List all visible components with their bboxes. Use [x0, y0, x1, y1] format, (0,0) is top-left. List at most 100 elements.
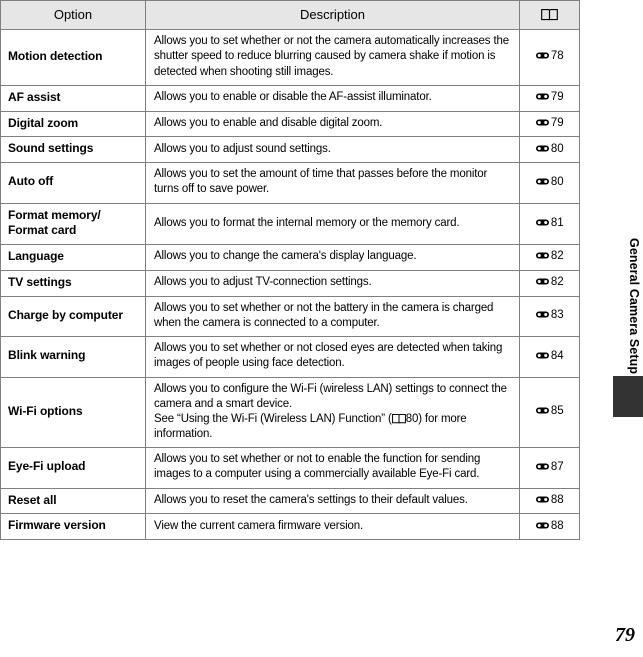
table-header: Option Description	[0, 0, 580, 31]
reference-page-number: 87	[550, 460, 564, 473]
reference-page: 88	[519, 487, 580, 515]
table-row: Blink warning Allows you to set whether …	[0, 336, 580, 378]
reference-section-icon	[535, 405, 550, 414]
book-icon	[391, 413, 406, 424]
reference-section-icon	[535, 117, 550, 126]
settings-table-container: Option Description Motion detection Allo…	[0, 0, 580, 541]
option-name: TV settings	[0, 269, 146, 297]
option-name: Blink warning	[0, 336, 146, 378]
option-name: Charge by computer	[0, 295, 146, 338]
reference-page-number: 82	[550, 276, 564, 289]
reference-section-icon	[535, 91, 550, 100]
reference-page-number: 81	[550, 216, 564, 229]
option-description: Allows you to enable or disable the AF-a…	[145, 84, 520, 112]
option-description: Allows you to enable and disable digital…	[145, 110, 520, 138]
column-header-description: Description	[145, 0, 520, 31]
reference-page: 81	[519, 202, 580, 246]
table-row: Language Allows you to change the camera…	[0, 244, 580, 271]
option-description: Allows you to adjust sound settings.	[145, 136, 520, 164]
option-description: Allows you to reset the camera's setting…	[145, 487, 520, 515]
table-body: Motion detection Allows you to set wheth…	[0, 29, 580, 541]
table-row: Wi-Fi options Allows you to configure th…	[0, 376, 580, 449]
reference-page: 82	[519, 244, 580, 271]
book-icon	[541, 8, 558, 21]
reference-page-number: 84	[550, 349, 564, 362]
reference-page-number: 88	[550, 519, 564, 532]
reference-page-number: 78	[550, 50, 564, 63]
option-name: Motion detection	[0, 29, 146, 86]
table-row: Sound settings Allows you to adjust soun…	[0, 136, 580, 164]
option-name: Firmware version	[0, 513, 146, 541]
reference-page-number: 83	[550, 309, 564, 322]
reference-page-number: 88	[550, 493, 564, 506]
section-side-tab-label: General Camera Setup	[627, 238, 641, 375]
reference-section-icon	[535, 520, 550, 529]
table-row: Digital zoom Allows you to enable and di…	[0, 110, 580, 138]
option-name: Sound settings	[0, 136, 146, 164]
reference-section-icon	[535, 176, 550, 185]
reference-page-number: 79	[550, 91, 564, 103]
reference-section-icon	[535, 143, 550, 152]
option-description: Allows you to set whether or not the bat…	[145, 295, 520, 338]
reference-page: 80	[519, 162, 580, 204]
reference-page: 78	[519, 29, 580, 86]
reference-page: 79	[519, 84, 580, 112]
option-description: Allows you to adjust TV-connection setti…	[145, 269, 520, 297]
table-row: Auto off Allows you to set the amount of…	[0, 162, 580, 204]
reference-page: 79	[519, 110, 580, 138]
reference-section-icon	[535, 494, 550, 503]
reference-page: 84	[519, 336, 580, 378]
reference-section-icon	[535, 50, 550, 59]
description-inline-page-number: 80	[405, 412, 419, 425]
reference-page-number: 82	[550, 250, 564, 263]
table-row: Charge by computer Allows you to set whe…	[0, 295, 580, 338]
section-side-tab-marker	[613, 376, 643, 417]
reference-page: 87	[519, 447, 580, 489]
reference-page-number: 79	[550, 116, 564, 129]
option-name: Eye-Fi upload	[0, 447, 146, 489]
reference-section-icon	[535, 250, 550, 259]
option-description: Allows you to set whether or not to enab…	[145, 447, 520, 489]
table-row: Firmware version View the current camera…	[0, 513, 580, 541]
reference-page: 88	[519, 513, 580, 541]
option-name: Auto off	[0, 162, 146, 204]
reference-section-icon	[535, 350, 550, 359]
option-description: Allows you to format the internal memory…	[145, 202, 520, 246]
option-description: Allows you to configure the Wi-Fi (wirel…	[145, 376, 520, 449]
option-name: Wi-Fi options	[0, 376, 146, 449]
description-line-2-prefix: See “Using the Wi-Fi (Wireless LAN) Func…	[154, 412, 392, 425]
option-description: View the current camera firmware version…	[145, 513, 520, 541]
table-row: AF assist Allows you to enable or disabl…	[0, 84, 580, 112]
reference-page: 85	[519, 376, 580, 449]
option-name: Format memory/ Format card	[0, 202, 146, 246]
option-description: Allows you to change the camera's displa…	[145, 244, 520, 271]
option-name: AF assist	[0, 84, 146, 112]
table-header-row: Option Description	[0, 0, 580, 31]
reference-section-icon	[535, 461, 550, 470]
column-header-option: Option	[0, 0, 146, 31]
option-description: Allows you to set the amount of time tha…	[145, 162, 520, 204]
option-description: Allows you to set whether or not the cam…	[145, 29, 520, 86]
reference-page-number: 80	[550, 142, 564, 155]
reference-section-icon	[535, 309, 550, 318]
reference-page: 83	[519, 295, 580, 338]
reference-page: 80	[519, 136, 580, 164]
table-row: Eye-Fi upload Allows you to set whether …	[0, 447, 580, 489]
reference-section-icon	[535, 276, 550, 285]
table-row: Reset all Allows you to reset the camera…	[0, 487, 580, 515]
description-line-1: Allows you to configure the Wi-Fi (wirel…	[154, 382, 507, 410]
table-row: Format memory/ Format card Allows you to…	[0, 202, 580, 246]
reference-section-icon	[535, 217, 550, 226]
column-header-reference	[519, 0, 580, 31]
reference-page: 82	[519, 269, 580, 297]
reference-page-number: 80	[550, 175, 564, 188]
settings-table: Option Description Motion detection Allo…	[0, 0, 580, 541]
table-row: Motion detection Allows you to set wheth…	[0, 29, 580, 86]
option-name: Language	[0, 244, 146, 271]
table-row: TV settings Allows you to adjust TV-conn…	[0, 269, 580, 297]
option-description: Allows you to set whether or not closed …	[145, 336, 520, 378]
option-name: Digital zoom	[0, 110, 146, 138]
page-number: 79	[615, 624, 635, 646]
option-name: Reset all	[0, 487, 146, 515]
reference-page-number: 85	[550, 405, 564, 418]
